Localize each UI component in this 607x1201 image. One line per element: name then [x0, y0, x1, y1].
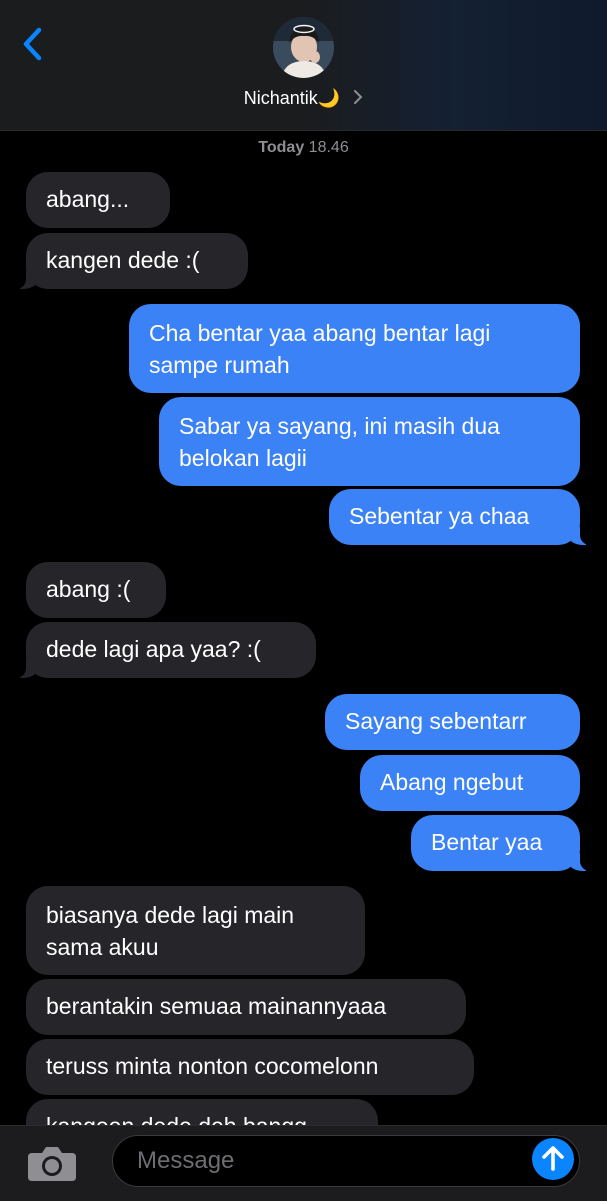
message-list: Today 18.46 abang... kangen dede :( Cha … — [0, 0, 607, 1125]
back-button[interactable] — [18, 24, 48, 64]
message-field — [112, 1135, 580, 1187]
avatar[interactable] — [273, 17, 334, 78]
incoming-message[interactable]: dede lagi apa yaa? :( — [16, 622, 316, 678]
message-text: Bentar yaa — [431, 829, 543, 855]
message-text: Abang ngebut — [380, 769, 524, 795]
conversation-header: Nichantik🌙 — [0, 0, 607, 131]
arrow-up-icon — [542, 1146, 564, 1171]
camera-button[interactable] — [26, 1143, 78, 1183]
outgoing-message[interactable]: Bentar yaa — [411, 815, 590, 871]
incoming-message[interactable]: teruss minta nonton cocomelonn — [26, 1039, 474, 1095]
timestamp-time: 18.46 — [308, 139, 349, 156]
message-text: Sebentar ya chaa — [349, 503, 530, 529]
timestamp-day: Today — [258, 139, 305, 156]
incoming-message[interactable]: kangeen dede deh bangg — [26, 1099, 378, 1125]
camera-icon — [28, 1147, 76, 1181]
message-text: Sabar ya sayang, ini masih dua — [179, 413, 500, 439]
incoming-message[interactable]: biasanya dede lagi main sama akuu — [26, 886, 365, 975]
message-text: kangen dede :( — [46, 247, 200, 273]
message-text: belokan lagii — [179, 445, 307, 471]
outgoing-message[interactable]: Sabar ya sayang, ini masih dua belokan l… — [159, 397, 580, 486]
message-text: Cha bentar yaa abang bentar lagi — [149, 320, 491, 346]
message-text: dede lagi apa yaa? :( — [46, 636, 261, 662]
incoming-message[interactable]: abang :( — [26, 562, 166, 618]
message-text: sampe rumah — [149, 352, 290, 378]
message-text: abang :( — [46, 576, 131, 602]
incoming-message[interactable]: abang... — [26, 172, 170, 228]
message-text: abang... — [46, 186, 130, 212]
message-text: sama akuu — [46, 934, 159, 960]
compose-bar — [0, 1125, 607, 1201]
message-input[interactable] — [135, 1136, 519, 1186]
timestamp: Today 18.46 — [0, 139, 607, 157]
message-text: Sayang sebentarr — [345, 708, 527, 734]
message-text: biasanya dede lagi main — [46, 902, 295, 928]
chevron-right-icon — [348, 88, 363, 108]
outgoing-message[interactable]: Sayang sebentarr — [325, 694, 580, 750]
chevron-left-icon — [23, 27, 42, 61]
outgoing-message[interactable]: Sebentar ya chaa — [329, 489, 590, 545]
contact-name: Nichantik🌙 — [243, 88, 341, 108]
send-button[interactable] — [532, 1138, 574, 1180]
message-text: teruss minta nonton cocomelonn — [46, 1053, 379, 1079]
incoming-message[interactable]: berantakin semuaa mainannyaaa — [26, 979, 466, 1035]
contact-name-button[interactable]: Nichantik🌙 — [0, 88, 607, 109]
incoming-message[interactable]: kangen dede :( — [16, 233, 248, 289]
message-text: berantakin semuaa mainannyaaa — [46, 993, 387, 1019]
outgoing-message[interactable]: Abang ngebut — [360, 755, 580, 811]
avatar-image — [273, 17, 334, 78]
message-text: kangeen dede deh bangg — [46, 1113, 307, 1125]
outgoing-message[interactable]: Cha bentar yaa abang bentar lagi sampe r… — [129, 304, 580, 393]
